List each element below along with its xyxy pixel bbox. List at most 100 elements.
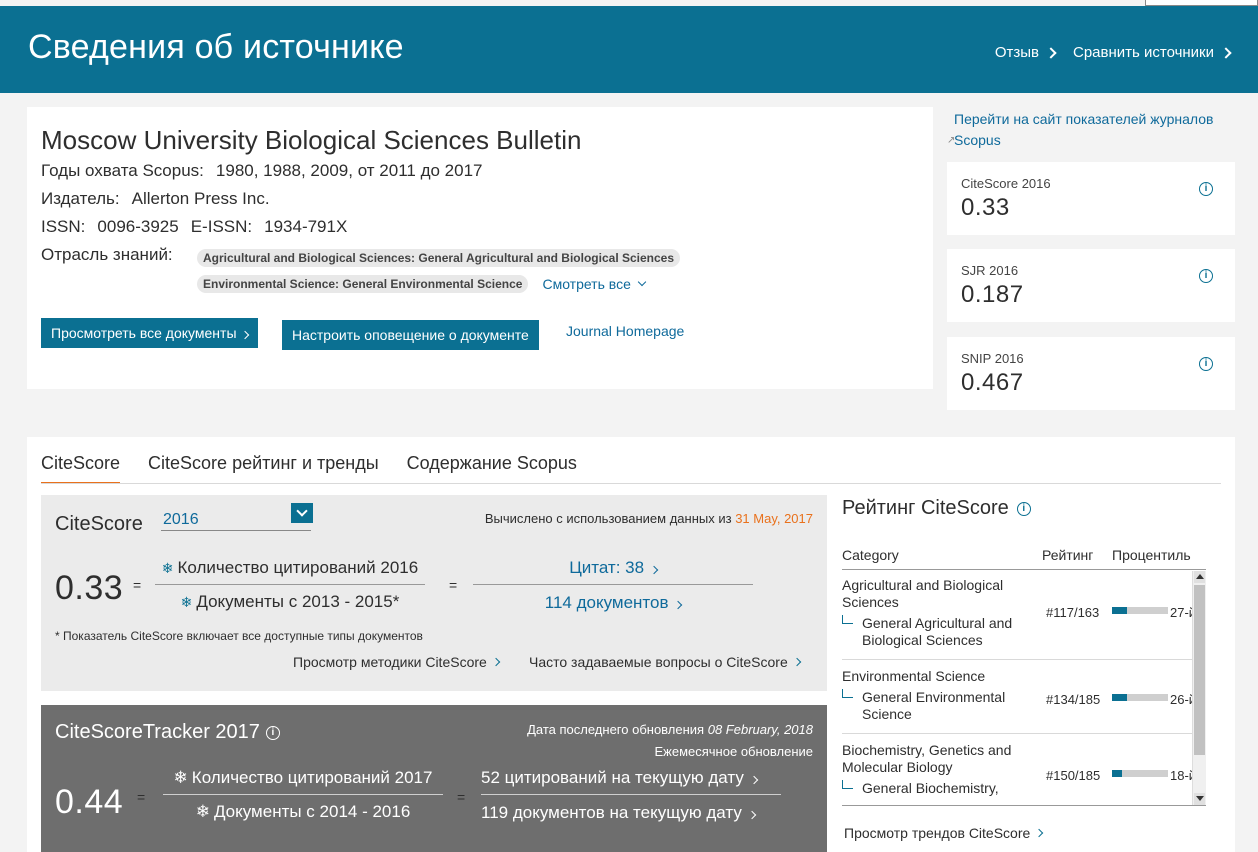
documents-formula-text: Документы с 2013 - 2015* — [196, 592, 400, 611]
see-all-label: Смотреть все — [542, 276, 631, 292]
percentile-bar-fill — [1112, 770, 1123, 777]
citescore-faq-link[interactable]: Часто задаваемые вопросы о CiteScore — [529, 654, 801, 670]
set-document-alert-label: Настроить оповещение о документе — [292, 327, 529, 343]
page-header: Сведения об источнике Отзыв Сравнить ист… — [0, 6, 1258, 93]
equals-sign: = — [449, 577, 458, 593]
ranking-row: Agricultural and Biological Sciences Gen… — [842, 571, 1206, 660]
tab-citescore-ranking[interactable]: CiteScore рейтинг и тренды — [148, 453, 379, 484]
coverage-years-value: 1980, 1988, 2009, от 2011 до 2017 — [215, 161, 483, 180]
citations-formula-label: ❄ Количество цитирований 2016 — [155, 558, 425, 578]
ranking-category: Agricultural and Biological Sciences — [842, 577, 1004, 610]
source-info-card: Moscow University Biological Sciences Bu… — [27, 107, 933, 389]
tracker-citations-link[interactable]: 52 цитирований на текущую дату — [481, 768, 791, 788]
page-title: Сведения об источнике — [28, 28, 404, 66]
column-header-percentile: Процентиль — [1112, 547, 1191, 563]
subject-pill-2: Environmental Science: General Environme… — [197, 275, 529, 293]
view-all-documents-button[interactable]: Просмотреть все документы — [41, 318, 259, 348]
documents-count-label: 114 документов — [544, 593, 669, 612]
tracker-documents-link[interactable]: 119 документов на текущую дату — [481, 803, 791, 823]
info-icon[interactable]: i — [1199, 269, 1213, 283]
citescore-footnote: * Показатель CiteScore включает все дост… — [55, 629, 423, 643]
tracker-heading-text: CiteScoreTracker 2017 — [55, 721, 260, 743]
scroll-down-arrow-icon[interactable] — [1194, 793, 1205, 805]
chevron-right-icon — [673, 600, 683, 610]
tracker-updated-line: Дата последнего обновления 08 February, … — [527, 719, 813, 741]
equals-sign: = — [133, 577, 142, 593]
info-icon[interactable]: i — [1016, 501, 1031, 516]
tracker-value: 0.44 — [55, 783, 124, 821]
citations-count-label: Цитат: 38 — [569, 558, 645, 577]
tracker-citations-formula: ❄ Количество цитирований 2017 — [163, 768, 443, 788]
citescore-box: CiteScore 2016 Вычислено с использование… — [41, 495, 827, 691]
tracker-documents-formula: ❄ Документы с 2014 - 2016 — [163, 802, 443, 822]
percentile-bar-fill — [1112, 607, 1128, 614]
ranking-scrollbar[interactable] — [1192, 571, 1206, 805]
citescore-heading: CiteScore — [55, 513, 143, 535]
set-document-alert-button[interactable]: Настроить оповещение о документе — [282, 320, 539, 350]
equals-sign: = — [457, 789, 466, 805]
citescore-trends-label: Просмотр трендов CiteScore — [844, 825, 1031, 841]
see-all-subjects-link[interactable]: Смотреть все — [542, 276, 647, 292]
snip-metric-value: 0.467 — [961, 369, 1024, 396]
ranking-rank: #117/163 — [1046, 605, 1100, 620]
info-icon[interactable]: i — [1199, 182, 1213, 196]
tab-scopus-content[interactable]: Содержание Scopus — [407, 453, 577, 484]
ranking-subcategory: General Biochemistry, — [842, 780, 1022, 797]
documents-formula-label: ❄ Документы с 2013 - 2015* — [155, 592, 425, 612]
equals-sign: = — [137, 789, 146, 805]
publisher-label: Издатель: — [41, 189, 120, 208]
snowflake-icon: ❄ — [195, 802, 210, 821]
tracker-monthly-note: Ежемесячное обновление — [654, 744, 813, 759]
documents-count-link[interactable]: 114 документов — [473, 593, 753, 613]
external-link-icon: ↗ — [947, 135, 956, 146]
tracker-updated-label: Дата последнего обновления — [527, 722, 705, 737]
tab-citescore[interactable]: CiteScore — [41, 453, 121, 484]
citescore-tracker-box: CiteScoreTracker 2017 i Дата последнего о… — [41, 705, 827, 852]
column-header-category: Category — [842, 547, 899, 563]
citescore-ranking-panel: Рейтинг CiteScore i Category Рейтинг Проц… — [842, 495, 1222, 852]
compare-sources-link[interactable]: Сравнить источники — [1072, 44, 1232, 61]
ranking-list: Agricultural and Biological Sciences Gen… — [842, 571, 1206, 805]
info-icon[interactable]: i — [265, 725, 280, 740]
ranking-row: Biochemistry, Genetics and Molecular Bio… — [842, 734, 1206, 804]
chevron-right-icon — [649, 565, 659, 575]
snip-metric-label: SNIP 2016 — [961, 351, 1024, 366]
sjr-metric-value: 0.187 — [961, 281, 1024, 308]
journal-metrics-link[interactable]: Перейти на сайт показателей журналов Sco… — [950, 109, 1240, 151]
citescore-methodology-link[interactable]: Просмотр методики CiteScore — [293, 654, 501, 670]
snowflake-icon: ❄ — [161, 560, 174, 576]
citescore-value: 0.33 — [55, 569, 124, 607]
eissn-value: 1934-791X — [264, 217, 348, 236]
subject-pill-label: Agricultural and Biological Sciences: Ge… — [197, 249, 681, 267]
fraction-line — [155, 584, 425, 585]
tracker-updated-date: 08 February, 2018 — [707, 722, 813, 737]
scrollbar-thumb[interactable] — [1194, 585, 1205, 755]
header-divider — [842, 569, 1206, 570]
year-select[interactable]: 2016 — [161, 511, 311, 531]
chevron-right-icon — [241, 330, 250, 340]
citescore-faq-label: Часто задаваемые вопросы о CiteScore — [529, 654, 788, 670]
ranking-rank: #134/185 — [1046, 692, 1101, 707]
fraction-line — [473, 584, 753, 585]
list-bottom-divider — [842, 805, 1206, 806]
calculation-date: 31 May, 2017 — [735, 511, 813, 526]
compare-label: Сравнить источники — [1072, 44, 1214, 61]
subject-area-label: Отрасль знаний: — [41, 245, 173, 264]
scroll-up-arrow-icon[interactable] — [1194, 571, 1205, 583]
feedback-link[interactable]: Отзыв — [995, 44, 1057, 61]
coverage-years-label: Годы охвата Scopus: — [41, 161, 204, 180]
info-icon[interactable]: i — [1199, 357, 1213, 371]
chevron-down-icon[interactable] — [291, 503, 313, 523]
citescore-trends-link[interactable]: Просмотр трендов CiteScore — [844, 825, 1044, 841]
source-title: Moscow University Biological Sciences Bu… — [41, 125, 582, 155]
journal-homepage-link[interactable]: Journal Homepage — [566, 323, 684, 339]
coverage-years-row: Годы охвата Scopus: 1980, 1988, 2009, от … — [41, 161, 483, 181]
chevron-right-icon — [491, 657, 501, 667]
chevron-right-icon — [1035, 828, 1044, 838]
snowflake-icon: ❄ — [180, 594, 193, 610]
citations-count-link[interactable]: Цитат: 38 — [473, 558, 753, 578]
sjr-metric-label: SJR 2016 — [961, 263, 1019, 278]
tracker-citations-label: 52 цитирований на текущую дату — [481, 768, 744, 787]
ranking-row: Environmental Science General Environmen… — [842, 660, 1206, 734]
chevron-right-icon — [749, 775, 758, 785]
